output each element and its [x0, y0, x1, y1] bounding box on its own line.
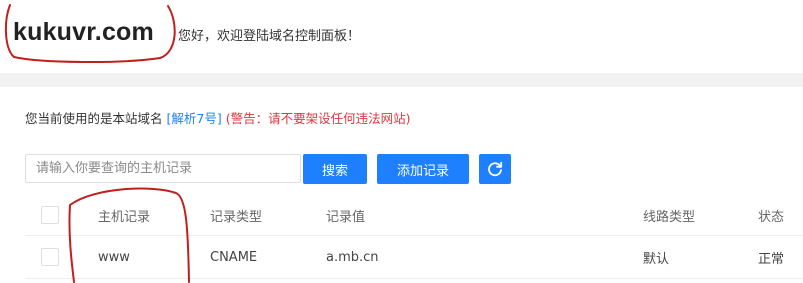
column-header-value[interactable]: 记录值	[326, 195, 365, 235]
host-record-search-input[interactable]	[25, 154, 301, 183]
domain-notice: 您当前使用的是本站域名 [解析7号] (警告：请不要架设任何违法网站)	[25, 108, 410, 127]
column-header-line[interactable]: 线路类型	[643, 195, 695, 235]
row-checkbox[interactable]	[41, 248, 59, 266]
refresh-icon	[488, 161, 503, 177]
refresh-button[interactable]	[479, 154, 511, 184]
notice-text: 您当前使用的是本站域名	[25, 111, 163, 126]
dns-server-link[interactable]: [解析7号]	[167, 111, 222, 126]
column-header-status[interactable]: 状态	[758, 195, 784, 235]
select-all-checkbox[interactable]	[41, 206, 59, 224]
cell-type: CNAME	[210, 249, 258, 265]
column-header-type[interactable]: 记录类型	[210, 195, 262, 235]
welcome-message: 您好，欢迎登陆域名控制面板！	[178, 29, 361, 44]
add-record-button[interactable]: 添加记录	[377, 154, 469, 184]
cell-host: www	[98, 249, 130, 265]
table-row[interactable]: www CNAME a.mb.cn 默认 正常	[25, 236, 803, 279]
domain-control-panel: kukuvr.com 您好，欢迎登陆域名控制面板！ 您当前使用的是本站域名 [解…	[0, 0, 803, 283]
section-separator	[0, 73, 803, 87]
warning-text: (警告：请不要架设任何违法网站)	[225, 111, 411, 126]
cell-line: 默认	[643, 251, 670, 267]
table-header: 主机记录 记录类型 记录值 线路类型 状态	[25, 195, 803, 236]
row-select-cell	[41, 236, 59, 278]
cell-value: a.mb.cn	[326, 249, 379, 265]
domain-name: kukuvr.com	[13, 18, 154, 46]
page-header: kukuvr.com 您好，欢迎登陆域名控制面板！	[0, 0, 803, 70]
dns-records-panel: 您当前使用的是本站域名 [解析7号] (警告：请不要架设任何违法网站) 搜索 添…	[8, 87, 803, 283]
column-header-host[interactable]: 主机记录	[98, 195, 150, 235]
search-button[interactable]: 搜索	[303, 154, 367, 184]
cell-status: 正常	[758, 251, 785, 267]
select-all-cell	[41, 195, 59, 235]
